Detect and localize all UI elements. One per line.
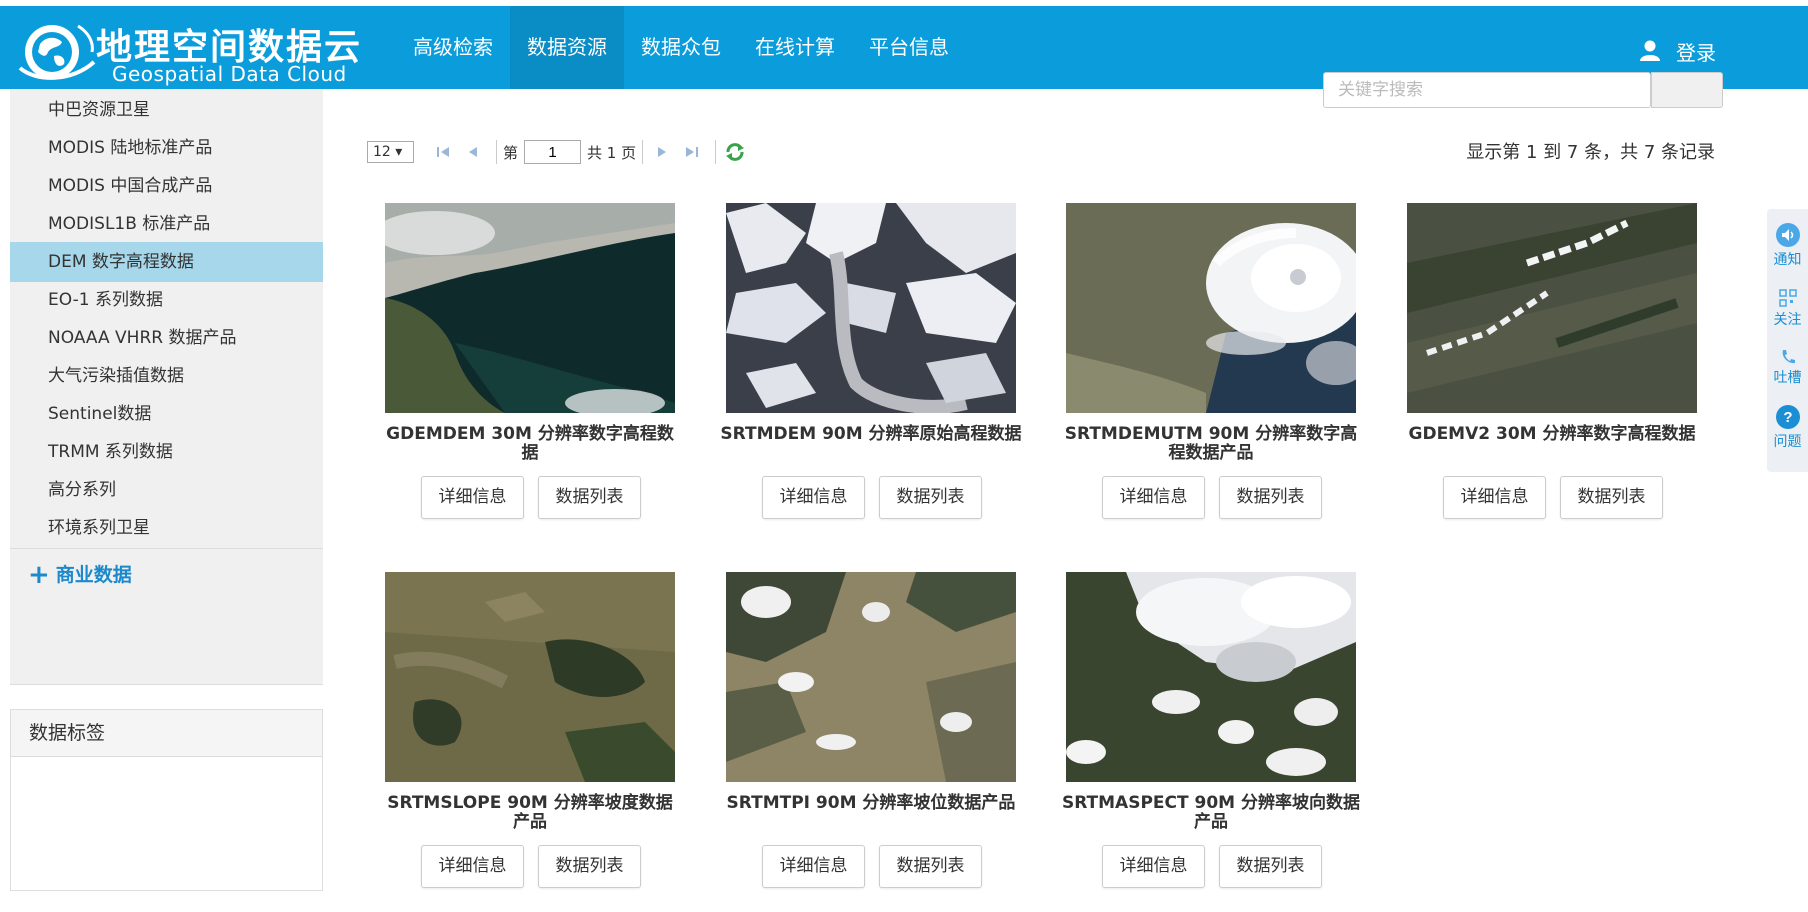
detail-button[interactable]: 详细信息 — [421, 845, 524, 888]
sidebar: 中巴资源卫星 MODIS 陆地标准产品 MODIS 中国合成产品 MODISL1… — [10, 89, 323, 685]
dataset-title: SRTMDEM 90M 分辨率原始高程数据 — [720, 424, 1022, 444]
dataset-title: GDEMV2 30M 分辨率数字高程数据 — [1408, 424, 1696, 444]
nav-advanced-search[interactable]: 高级检索 — [396, 6, 510, 89]
satellite-thumbnail[interactable] — [1066, 203, 1356, 413]
main-nav: 高级检索 数据资源 数据众包 在线计算 平台信息 — [396, 6, 966, 89]
nav-data-crowdsourcing[interactable]: 数据众包 — [624, 6, 738, 89]
globe-logo-icon — [18, 24, 96, 80]
detail-button[interactable]: 详细信息 — [762, 845, 865, 888]
sidebar-item-trmm[interactable]: TRMM 系列数据 — [10, 432, 323, 472]
sidebar-item-dem[interactable]: DEM 数字高程数据 — [10, 242, 323, 282]
pager-separator — [496, 140, 497, 164]
dataset-title: SRTMDEMUTM 90M 分辨率数字高程数据产品 — [1064, 424, 1358, 463]
data-list-button[interactable]: 数据列表 — [1560, 476, 1663, 519]
data-tags-panel: 数据标签 — [10, 709, 323, 891]
sidebar-item-environment[interactable]: 环境系列卫星 — [10, 508, 323, 548]
data-list-button[interactable]: 数据列表 — [538, 476, 641, 519]
dataset-title: SRTMTPI 90M 分辨率坡位数据产品 — [726, 793, 1016, 813]
user-icon — [1640, 40, 1660, 61]
page-number-input[interactable] — [524, 140, 582, 164]
first-page-icon[interactable] — [430, 141, 456, 163]
page-size-select[interactable]: 12 ▾ — [367, 141, 414, 163]
nav-platform-info[interactable]: 平台信息 — [852, 6, 966, 89]
sidebar-item-cbers[interactable]: 中巴资源卫星 — [10, 90, 323, 130]
search-input[interactable]: 关键字搜索 — [1323, 72, 1651, 108]
commercial-label: 商业数据 — [55, 564, 132, 586]
phone-icon — [1782, 350, 1795, 364]
question-button[interactable]: ? 问题 — [1767, 405, 1808, 451]
dataset-card-srtmaspect: SRTMASPECT 90M 分辨率坡向数据产品 详细信息 数据列表 — [1062, 572, 1360, 912]
feedback-label: 吐槽 — [1773, 370, 1802, 386]
last-page-icon[interactable] — [679, 141, 705, 163]
search-placeholder: 关键字搜索 — [1338, 80, 1423, 100]
data-list-button[interactable]: 数据列表 — [879, 476, 982, 519]
satellite-thumbnail[interactable] — [385, 203, 675, 413]
follow-label: 关注 — [1773, 312, 1802, 328]
data-list-button[interactable]: 数据列表 — [1219, 845, 1322, 888]
data-list-button[interactable]: 数据列表 — [879, 845, 982, 888]
dataset-card-srtmtpi: SRTMTPI 90M 分辨率坡位数据产品 详细信息 数据列表 — [726, 572, 1016, 912]
sidebar-item-air-pollution[interactable]: 大气污染插值数据 — [10, 356, 323, 396]
sidebar-commercial-data[interactable]: + 商业数据 — [28, 555, 132, 595]
satellite-thumbnail[interactable] — [726, 572, 1016, 782]
data-list-button[interactable]: 数据列表 — [1219, 476, 1322, 519]
sidebar-item-modisl1b[interactable]: MODISL1B 标准产品 — [10, 204, 323, 244]
login-label: 登录 — [1676, 40, 1716, 65]
speaker-icon — [1775, 223, 1800, 247]
dataset-card-gdemv2: GDEMV2 30M 分辨率数字高程数据 详细信息 数据列表 — [1407, 203, 1697, 543]
dataset-title: GDEMDEM 30M 分辨率数字高程数据 — [386, 424, 674, 463]
satellite-thumbnail[interactable] — [726, 203, 1016, 413]
nav-data-resources[interactable]: 数据资源 — [510, 6, 624, 89]
data-tags-title: 数据标签 — [11, 710, 322, 757]
dataset-card-gdemdem: GDEMDEM 30M 分辨率数字高程数据 详细信息 数据列表 — [385, 203, 675, 543]
sidebar-item-gaofen[interactable]: 高分系列 — [10, 470, 323, 510]
dataset-card-srtmdem: SRTMDEM 90M 分辨率原始高程数据 详细信息 数据列表 — [720, 203, 1022, 543]
qrcode-icon — [1778, 289, 1797, 307]
sidebar-item-modis-china[interactable]: MODIS 中国合成产品 — [10, 166, 323, 206]
pagination: 12 ▾ 第 共 1 页 — [367, 138, 752, 166]
sidebar-item-noaa[interactable]: NOAAA VHRR 数据产品 — [10, 318, 323, 358]
data-list-button[interactable]: 数据列表 — [538, 845, 641, 888]
satellite-thumbnail[interactable] — [1407, 203, 1697, 413]
logo-english-title: Geospatial Data Cloud — [112, 62, 347, 86]
sidebar-item-eo1[interactable]: EO-1 系列数据 — [10, 280, 323, 320]
svg-text:?: ? — [1783, 409, 1792, 426]
question-icon: ? — [1775, 405, 1800, 429]
record-count-info: 显示第 1 到 7 条，共 7 条记录 — [1466, 142, 1715, 163]
sidebar-item-modis-land[interactable]: MODIS 陆地标准产品 — [10, 128, 323, 168]
sidebar-item-sentinel[interactable]: Sentinel数据 — [10, 394, 323, 434]
logo[interactable]: 地理空间数据云 Geospatial Data Cloud — [14, 16, 374, 86]
page-prefix: 第 — [503, 143, 519, 162]
detail-button[interactable]: 详细信息 — [1102, 845, 1205, 888]
plus-icon: + — [28, 560, 50, 590]
dataset-card-srtmdemutm: SRTMDEMUTM 90M 分辨率数字高程数据产品 详细信息 数据列表 — [1065, 203, 1357, 543]
nav-online-computing[interactable]: 在线计算 — [738, 6, 852, 89]
dataset-title: SRTMSLOPE 90M 分辨率坡度数据产品 — [387, 793, 673, 832]
sidebar-divider — [10, 548, 323, 549]
refresh-icon[interactable] — [722, 141, 748, 163]
next-page-icon[interactable] — [649, 141, 675, 163]
notice-button[interactable]: 通知 — [1767, 223, 1808, 269]
question-label: 问题 — [1773, 434, 1802, 450]
search-button[interactable] — [1651, 72, 1723, 108]
detail-button[interactable]: 详细信息 — [421, 476, 524, 519]
satellite-thumbnail[interactable] — [1066, 572, 1356, 782]
float-toolbar: 通知 关注 吐槽 ? 问题 — [1767, 209, 1808, 472]
login-link[interactable]: 登录 — [1640, 36, 1716, 66]
pager-separator — [642, 140, 644, 164]
page-total: 共 1 页 — [587, 143, 637, 162]
dataset-title: SRTMASPECT 90M 分辨率坡向数据产品 — [1061, 793, 1361, 832]
notice-label: 通知 — [1773, 252, 1802, 268]
prev-page-icon[interactable] — [460, 141, 486, 163]
follow-button[interactable]: 关注 — [1767, 289, 1808, 329]
detail-button[interactable]: 详细信息 — [1102, 476, 1205, 519]
pager-separator — [715, 140, 717, 164]
detail-button[interactable]: 详细信息 — [1443, 476, 1546, 519]
detail-button[interactable]: 详细信息 — [762, 476, 865, 519]
feedback-button[interactable]: 吐槽 — [1767, 349, 1808, 387]
dataset-card-srtmslope: SRTMSLOPE 90M 分辨率坡度数据产品 详细信息 数据列表 — [385, 572, 675, 912]
satellite-thumbnail[interactable] — [385, 572, 675, 782]
